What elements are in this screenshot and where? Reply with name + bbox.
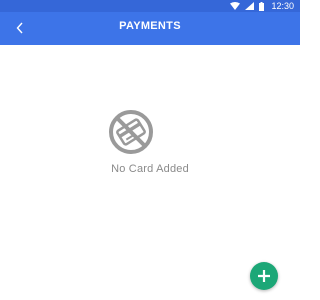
no-card-icon bbox=[109, 110, 153, 154]
add-card-button[interactable] bbox=[250, 262, 278, 290]
signal-icon bbox=[245, 2, 255, 10]
empty-state-message: No Card Added bbox=[111, 163, 189, 175]
battery-icon bbox=[259, 1, 265, 11]
app-bar: PAYMENTS bbox=[0, 12, 300, 45]
status-time: 12:30 bbox=[271, 1, 294, 11]
plus-icon bbox=[258, 270, 270, 282]
page-title: PAYMENTS bbox=[119, 20, 181, 32]
status-bar: 12:30 bbox=[0, 0, 300, 12]
status-icons: 12:30 bbox=[230, 1, 294, 11]
wifi-icon bbox=[230, 2, 241, 10]
